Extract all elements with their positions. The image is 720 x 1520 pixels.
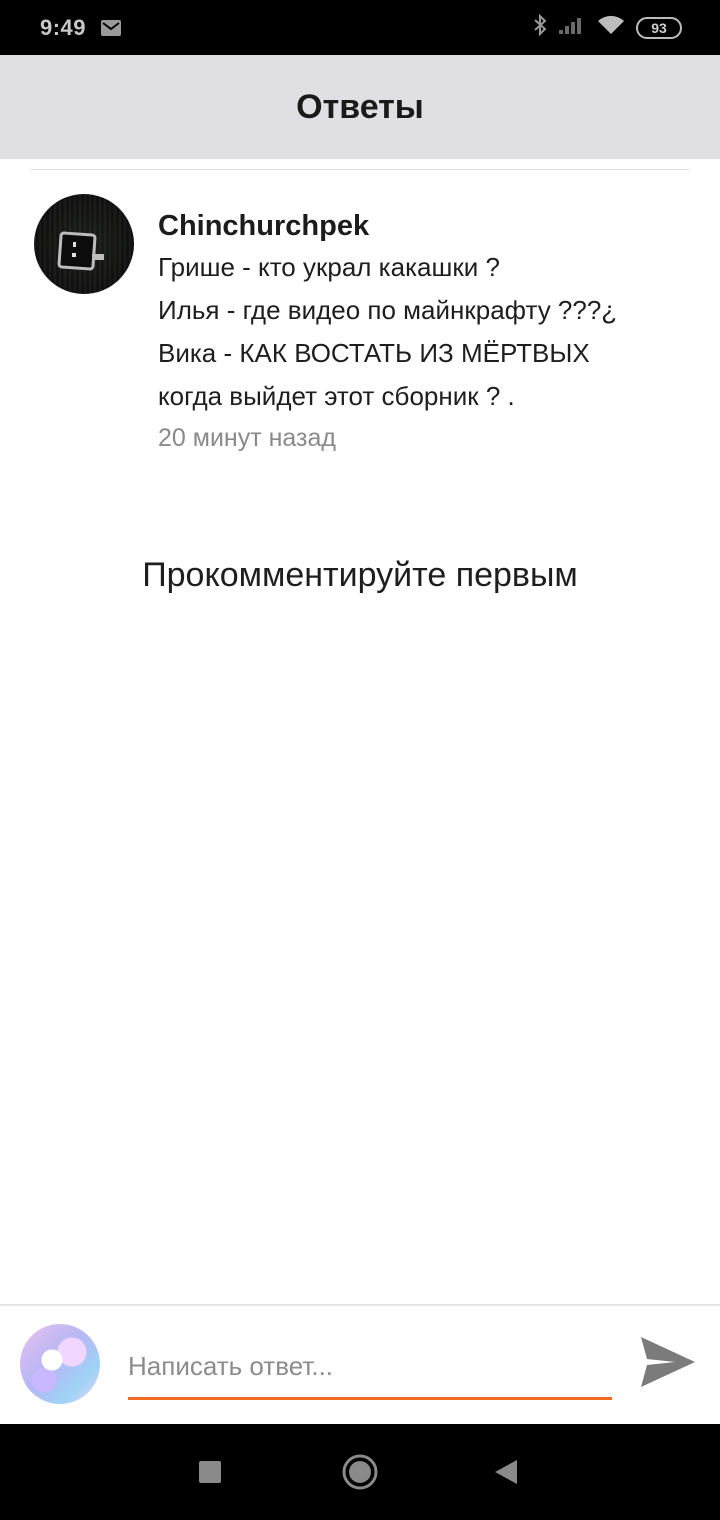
screen: 9:49 93 Ответы Chinchurchpek Грише - кто… — [0, 0, 720, 1520]
bluetooth-icon — [532, 13, 548, 42]
comment-body: Chinchurchpek Грише - кто украл какашки … — [158, 206, 698, 456]
comment-text-line: Вика - КАК ВОСТАТЬ ИЗ МЁРТВЫХ — [158, 338, 590, 368]
page-title: Ответы — [296, 87, 424, 126]
reply-composer — [0, 1306, 720, 1424]
status-time: 9:49 — [40, 14, 87, 40]
avatar[interactable] — [34, 194, 134, 294]
home-icon[interactable] — [338, 1450, 382, 1494]
send-button[interactable] — [636, 1332, 700, 1396]
user-avatar — [20, 1324, 100, 1404]
back-icon[interactable] — [484, 1450, 528, 1494]
empty-state-text: Прокомментируйте первым — [142, 556, 578, 594]
comment-author[interactable]: Chinchurchpek — [158, 206, 698, 246]
comment-text-line: Грише - кто украл какашки ? — [158, 252, 500, 282]
status-icons: 93 — [532, 13, 682, 42]
system-nav-bar — [0, 1424, 720, 1520]
recents-icon[interactable] — [188, 1450, 232, 1494]
comment-text-line: Илья - где видео по майнкрафту ???¿ — [158, 295, 618, 325]
battery-level: 93 — [651, 19, 667, 36]
comment-text-line: когда выйдет этот сборник ? . — [158, 381, 515, 411]
reply-input[interactable] — [128, 1336, 612, 1400]
mail-icon — [100, 19, 122, 37]
comment-timestamp: 20 минут назад — [158, 424, 336, 452]
status-bar: 9:49 93 — [0, 0, 720, 55]
send-icon — [639, 1335, 697, 1394]
divider — [30, 169, 690, 170]
signal-icon — [558, 15, 586, 40]
battery-icon: 93 — [636, 16, 682, 39]
header: Ответы — [0, 55, 720, 159]
wifi-icon — [596, 14, 626, 41]
